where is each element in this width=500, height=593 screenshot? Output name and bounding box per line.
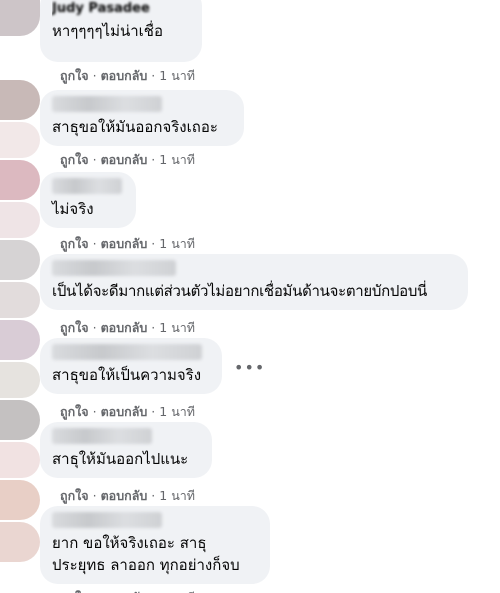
separator: · bbox=[151, 320, 156, 335]
comment-bubble: สาธุให้มันออกไปแนะ bbox=[40, 422, 212, 478]
comment-author[interactable] bbox=[52, 260, 456, 278]
like-button[interactable]: ถูกใจ bbox=[60, 318, 89, 338]
comment-author[interactable] bbox=[52, 96, 232, 114]
author-name[interactable] bbox=[52, 178, 122, 194]
avatar bbox=[0, 282, 40, 318]
reply-button[interactable]: ตอบกลับ bbox=[101, 150, 148, 170]
avatar bbox=[0, 202, 40, 238]
avatar[interactable] bbox=[0, 160, 40, 200]
timestamp[interactable]: 1 นาที bbox=[159, 234, 195, 254]
like-button[interactable]: ถูกใจ bbox=[60, 66, 89, 86]
avatar[interactable] bbox=[0, 480, 40, 520]
comment-actions: ถูกใจ·ตอบกลับ·1 นาที bbox=[60, 588, 195, 593]
like-button[interactable]: ถูกใจ bbox=[60, 150, 89, 170]
author-name[interactable] bbox=[52, 344, 202, 360]
author-name[interactable] bbox=[52, 96, 162, 112]
timestamp[interactable]: 1 นาที bbox=[159, 588, 195, 593]
timestamp[interactable]: 1 นาที bbox=[159, 402, 195, 422]
avatar[interactable] bbox=[0, 400, 40, 440]
separator: · bbox=[92, 320, 97, 335]
comment-author[interactable] bbox=[52, 344, 210, 362]
reply-button[interactable]: ตอบกลับ bbox=[101, 66, 148, 86]
avatar bbox=[0, 362, 40, 398]
separator: · bbox=[92, 236, 97, 251]
avatar bbox=[0, 442, 40, 478]
separator: · bbox=[92, 68, 97, 83]
author-name[interactable] bbox=[52, 428, 152, 444]
timestamp[interactable]: 1 นาที bbox=[159, 318, 195, 338]
timestamp[interactable]: 1 นาที bbox=[159, 66, 195, 86]
comment-text: สาธุให้มันออกไปแนะ bbox=[52, 450, 189, 468]
comment-author[interactable] bbox=[52, 178, 124, 196]
comment-text: เป็นได้จะดีมากแต่ส่วนตัวไม่อยากเชื่อมันด… bbox=[52, 282, 427, 300]
comment-text: ไม่จริง bbox=[52, 200, 94, 218]
comment-text: สาธุขอให้มันออกจริงเถอะ bbox=[52, 118, 218, 136]
separator: · bbox=[151, 236, 156, 251]
comment-text-line: ยาก ขอให้จริงเถอะ สาธุ bbox=[52, 534, 207, 552]
comment-author[interactable] bbox=[52, 512, 258, 530]
comment-bubble: เป็นได้จะดีมากแต่ส่วนตัวไม่อยากเชื่อมันด… bbox=[40, 254, 468, 310]
comment-text-line: ประยุทธ ลาออก ทุกอย่างก็จบ bbox=[52, 556, 240, 574]
avatar[interactable] bbox=[0, 240, 40, 280]
separator: · bbox=[151, 488, 156, 503]
like-button[interactable]: ถูกใจ bbox=[60, 402, 89, 422]
avatar bbox=[0, 522, 40, 562]
comment-actions: ถูกใจ·ตอบกลับ·1 นาที bbox=[60, 234, 195, 254]
timestamp[interactable]: 1 นาที bbox=[159, 486, 195, 506]
comment-bubble: สาธุขอให้มันออกจริงเถอะ bbox=[40, 90, 244, 146]
like-button[interactable]: ถูกใจ bbox=[60, 234, 89, 254]
like-button[interactable]: ถูกใจ bbox=[60, 486, 89, 506]
comment-text: สาธุขอให้เป็นความจริง bbox=[52, 366, 202, 384]
timestamp[interactable]: 1 นาที bbox=[159, 150, 195, 170]
separator: · bbox=[151, 68, 156, 83]
comment-bubble: Judy Pasadee Mukal หาๆๆๆๆไม่น่าเชื่อ bbox=[40, 0, 202, 62]
comment-author[interactable]: Judy Pasadee Mukal bbox=[52, 0, 190, 18]
reply-button[interactable]: ตอบกลับ bbox=[101, 486, 148, 506]
separator: · bbox=[92, 152, 97, 167]
comment-actions: ถูกใจ·ตอบกลับ·1 นาที bbox=[60, 318, 195, 338]
separator: · bbox=[151, 152, 156, 167]
reply-button[interactable]: ตอบกลับ bbox=[101, 588, 148, 593]
comment-actions: ถูกใจ·ตอบกลับ·1 นาที bbox=[60, 402, 195, 422]
reply-button[interactable]: ตอบกลับ bbox=[101, 402, 148, 422]
comment-actions: ถูกใจ·ตอบกลับ·1 นาที bbox=[60, 486, 195, 506]
reply-button[interactable]: ตอบกลับ bbox=[101, 318, 148, 338]
separator: · bbox=[92, 404, 97, 419]
comment-bubble: ยาก ขอให้จริงเถอะ สาธุ ประยุทธ ลาออก ทุก… bbox=[40, 506, 270, 584]
comment-actions: ถูกใจ·ตอบกลับ·1 นาที bbox=[60, 66, 195, 86]
comment-bubble: ไม่จริง bbox=[40, 172, 136, 228]
comment-text: หาๆๆๆๆไม่น่าเชื่อ bbox=[52, 22, 163, 40]
avatar[interactable] bbox=[0, 0, 40, 36]
like-button[interactable]: ถูกใจ bbox=[60, 588, 89, 593]
ellipsis-icon[interactable]: ••• bbox=[234, 358, 265, 377]
avatar[interactable] bbox=[0, 80, 40, 120]
comment-actions: ถูกใจ·ตอบกลับ·1 นาที bbox=[60, 150, 195, 170]
avatar[interactable] bbox=[0, 320, 40, 360]
author-name[interactable] bbox=[52, 260, 176, 276]
reply-button[interactable]: ตอบกลับ bbox=[101, 234, 148, 254]
separator: · bbox=[92, 488, 97, 503]
avatar bbox=[0, 122, 40, 158]
comment-author[interactable] bbox=[52, 428, 200, 446]
comment-bubble: สาธุขอให้เป็นความจริง bbox=[40, 338, 222, 394]
author-name[interactable] bbox=[52, 512, 162, 528]
separator: · bbox=[151, 404, 156, 419]
author-name[interactable]: Judy Pasadee Mukal bbox=[52, 1, 150, 18]
